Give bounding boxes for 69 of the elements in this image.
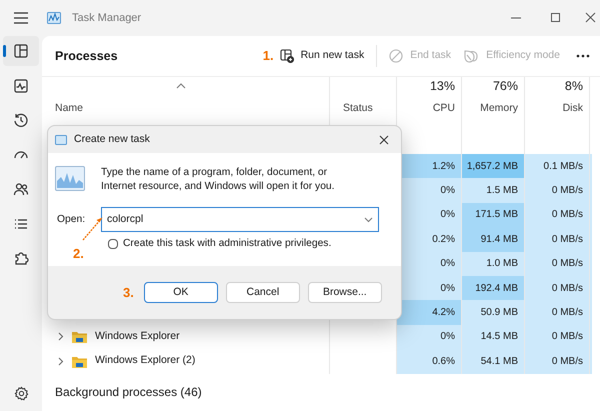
page-title: Processes bbox=[55, 48, 118, 65]
puzzle-icon bbox=[13, 250, 29, 266]
toolbar-button[interactable]: Run new task bbox=[274, 42, 370, 70]
leaf-icon bbox=[463, 49, 480, 63]
blocked-icon bbox=[389, 49, 404, 63]
usage-cell: 54.1 MB bbox=[462, 349, 525, 374]
expand-chevron-icon[interactable] bbox=[58, 356, 64, 366]
column-header[interactable]: Status bbox=[343, 100, 373, 116]
usage-cell: 0 MB/s bbox=[525, 300, 590, 325]
usage-cell: 0 MB/s bbox=[525, 202, 590, 228]
usage-cell: 1.0 MB bbox=[462, 252, 525, 276]
window-title: Task Manager bbox=[72, 10, 142, 26]
usage-percent: 13% bbox=[430, 78, 455, 95]
usage-cell: 91.4 MB bbox=[462, 227, 525, 252]
menu-icon[interactable] bbox=[13, 12, 29, 24]
app-icon bbox=[55, 134, 67, 144]
users-icon bbox=[13, 181, 29, 197]
usage-cell: 4.2% bbox=[397, 300, 462, 325]
dialog-button[interactable]: Cancel bbox=[226, 282, 300, 303]
usage-cell: 0 MB/s bbox=[525, 178, 590, 203]
folder-icon bbox=[72, 330, 87, 344]
column-header[interactable]: Memory bbox=[480, 100, 518, 116]
dialog-title: Create new task bbox=[74, 132, 150, 147]
history-icon bbox=[13, 112, 29, 128]
usage-cell: 1,657.2 MB bbox=[462, 154, 525, 178]
section-heading: Background processes (46) bbox=[55, 384, 202, 401]
usage-cell: 0 MB/s bbox=[525, 276, 590, 300]
close-icon[interactable] bbox=[379, 134, 389, 144]
open-combobox[interactable]: colorcpl bbox=[101, 207, 379, 232]
usage-cell: 0.6% bbox=[397, 349, 462, 374]
more-icon[interactable] bbox=[576, 54, 590, 58]
usage-cell: 0% bbox=[397, 324, 462, 350]
usage-cell: 0 MB/s bbox=[525, 324, 590, 350]
process-name: Windows Explorer (2) bbox=[95, 353, 196, 368]
usage-cell: 50.9 MB bbox=[462, 300, 525, 325]
checkbox-label: Create this task with administrative privileges. bbox=[123, 237, 332, 251]
usage-cell: 1.5 MB bbox=[462, 178, 525, 203]
new-task-icon bbox=[280, 49, 294, 63]
usage-percent: 76% bbox=[492, 78, 518, 95]
chevron-down-icon bbox=[364, 216, 373, 222]
dialog-button[interactable]: Browse... bbox=[308, 282, 382, 303]
step-label: 3. bbox=[123, 284, 134, 302]
step-label: 1. bbox=[262, 47, 274, 66]
usage-cell: 192.4 MB bbox=[462, 276, 525, 300]
app-icon bbox=[47, 12, 61, 24]
usage-cell: 0 MB/s bbox=[525, 227, 590, 252]
usage-cell: 0.1 MB/s bbox=[525, 154, 590, 178]
dialog-message: Type the name of a program, folder, document, or Internet resource, and Windows will open it for you. bbox=[101, 166, 336, 193]
expand-chevron-icon[interactable] bbox=[58, 332, 64, 342]
column-header[interactable]: Disk bbox=[562, 100, 583, 116]
usage-cell: 0 MB/s bbox=[525, 349, 590, 374]
usage-cell: 171.5 MB bbox=[462, 202, 525, 228]
column-header[interactable]: Name bbox=[55, 100, 84, 116]
step-label: 2. bbox=[73, 245, 84, 263]
field-label: Open: bbox=[57, 212, 86, 227]
grid-icon bbox=[13, 43, 29, 59]
checkbox[interactable] bbox=[108, 238, 118, 249]
pulse-icon bbox=[13, 78, 29, 94]
sort-caret-icon bbox=[176, 83, 186, 89]
folder-icon bbox=[72, 354, 87, 368]
program-icon bbox=[55, 166, 85, 191]
process-name: Windows Explorer bbox=[95, 329, 180, 344]
usage-cell: 14.5 MB bbox=[462, 324, 525, 350]
dialog-button[interactable]: OK bbox=[144, 282, 218, 303]
usage-percent: 8% bbox=[564, 78, 583, 95]
nav-tab[interactable] bbox=[3, 36, 39, 66]
usage-cell: 0 MB/s bbox=[525, 252, 590, 276]
column-header[interactable]: CPU bbox=[432, 100, 455, 116]
settings-icon[interactable] bbox=[14, 386, 28, 401]
